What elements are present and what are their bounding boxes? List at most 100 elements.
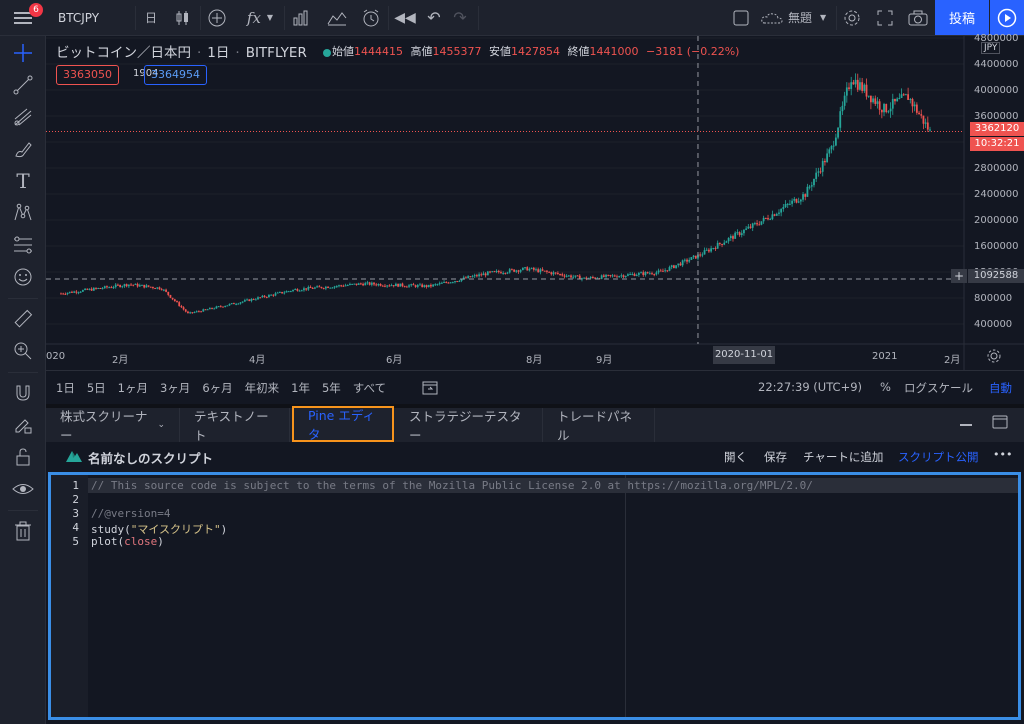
pattern-tool[interactable] <box>0 198 46 228</box>
candle-body <box>388 285 391 287</box>
tab-text-notes[interactable]: テキストノート <box>180 408 290 443</box>
measure-tool[interactable] <box>0 304 46 334</box>
candle-body <box>86 288 89 290</box>
candle-body <box>532 267 535 270</box>
candle-body <box>810 185 813 187</box>
eye-icon <box>12 484 34 494</box>
open-script-button[interactable]: 開く <box>724 449 747 465</box>
candle-body <box>114 284 117 288</box>
sell-button[interactable]: 3363050 <box>56 65 119 85</box>
range-button[interactable]: 5年 <box>322 380 341 396</box>
stay-drawing-tool[interactable] <box>0 410 46 440</box>
lock-tool[interactable] <box>0 442 46 472</box>
redo-button[interactable]: ↷ <box>446 0 474 35</box>
candle-body <box>828 149 831 154</box>
trend-line-tool[interactable] <box>0 70 46 100</box>
range-button[interactable]: 1年 <box>291 380 310 396</box>
candle-body <box>495 270 498 272</box>
range-button[interactable]: 5日 <box>87 380 106 396</box>
text-tool[interactable]: T <box>0 166 46 196</box>
layout-select-button[interactable] <box>726 0 756 35</box>
candle-body <box>552 272 555 275</box>
undo-icon: ↶ <box>427 8 441 27</box>
candle-body <box>237 303 240 305</box>
publish-script-button[interactable]: スクリプト公開 <box>898 449 979 465</box>
candle-body <box>740 233 743 236</box>
fib-tool[interactable] <box>0 102 46 132</box>
candle-body <box>497 270 500 273</box>
save-script-button[interactable]: 保存 <box>764 449 787 465</box>
candle-body <box>408 285 410 287</box>
candle-body <box>239 302 242 304</box>
maximize-panel-button[interactable] <box>992 415 1008 432</box>
zoom-tool[interactable] <box>0 336 46 366</box>
fullscreen-button[interactable] <box>870 0 900 35</box>
compare-button[interactable] <box>202 0 232 35</box>
brush-tool[interactable] <box>0 134 46 164</box>
auto-scale-toggle[interactable]: 自動 <box>989 380 1012 396</box>
visibility-tool[interactable] <box>0 474 46 504</box>
percent-toggle[interactable]: % <box>880 380 891 394</box>
candle-body <box>311 288 314 290</box>
financials-button[interactable] <box>286 0 316 35</box>
candle-body <box>195 311 198 313</box>
indicators-button[interactable]: fx ▼ <box>238 0 282 35</box>
candle-body <box>226 305 229 307</box>
minimize-panel-button[interactable] <box>960 424 972 426</box>
layout-name-button[interactable]: 無題 ▼ <box>760 0 834 35</box>
icon-tool[interactable] <box>0 262 46 292</box>
settings-button[interactable] <box>838 0 866 35</box>
range-button[interactable]: 1日 <box>56 380 75 396</box>
pencil-lock-icon <box>15 419 32 434</box>
range-button[interactable]: 年初来 <box>245 380 280 396</box>
candle-body <box>898 97 901 99</box>
replay-button[interactable]: ◀◀ <box>390 0 420 35</box>
script-name[interactable]: 名前なしのスクリプト <box>88 448 213 467</box>
candle-body <box>845 87 848 96</box>
range-button[interactable]: すべて <box>353 380 386 396</box>
candle-body <box>84 288 86 291</box>
play-button[interactable] <box>990 0 1024 35</box>
candle-body <box>165 289 167 292</box>
prediction-tool[interactable] <box>0 230 46 260</box>
buy-button[interactable]: 3364954 <box>144 65 207 85</box>
candle-body <box>75 291 78 293</box>
candle-body <box>572 276 575 278</box>
remove-drawings-tool[interactable] <box>0 516 46 546</box>
clock-label[interactable]: 22:27:39 (UTC+9) <box>758 380 862 394</box>
candle-body <box>119 285 122 288</box>
range-button[interactable]: 1ヶ月 <box>118 380 148 396</box>
chevron-down-icon: ▼ <box>266 13 274 22</box>
more-options-button[interactable]: ••• <box>993 448 1012 461</box>
symbol-search-button[interactable]: BTCJPY <box>50 0 134 35</box>
range-button[interactable]: 6ヶ月 <box>202 380 232 396</box>
candle-body <box>537 269 540 273</box>
magnet-tool[interactable] <box>0 378 46 408</box>
crosshair-tool[interactable] <box>0 38 46 68</box>
templates-button[interactable] <box>322 0 352 35</box>
log-scale-toggle[interactable]: ログスケール <box>904 380 973 396</box>
chart-style-button[interactable] <box>168 0 198 35</box>
code-editor[interactable]: 1 2 3 4 5 // This source code is subject… <box>48 472 1021 720</box>
candle-body <box>314 287 316 289</box>
candle-body <box>458 280 461 282</box>
publish-button[interactable]: 投稿 <box>935 0 989 35</box>
candle-body <box>705 249 708 251</box>
add-alert-button[interactable]: + <box>951 269 967 283</box>
tab-trading-panel[interactable]: トレードパネル <box>543 408 655 443</box>
add-to-chart-button[interactable]: チャートに追加 <box>803 449 883 465</box>
chart-pane[interactable]: ビットコイン／日本円 · 1日 · BITFLYER 始値1444415 高値14553… <box>46 33 1024 370</box>
range-button[interactable]: 3ヶ月 <box>160 380 190 396</box>
candle-body <box>296 289 299 291</box>
tab-pine-editor[interactable]: Pine エディタ <box>292 406 394 442</box>
screenshot-button[interactable] <box>904 0 932 35</box>
tab-stock-screener[interactable]: 株式スクリーナー ⌄ <box>46 408 180 443</box>
undo-button[interactable]: ↶ <box>420 0 448 35</box>
alert-button[interactable] <box>356 0 386 35</box>
candle-body <box>160 289 163 291</box>
candle-body <box>670 265 673 268</box>
candle-body <box>451 282 454 284</box>
tab-strategy-tester[interactable]: ストラテジーテスター <box>395 408 543 443</box>
goto-date-button[interactable] <box>422 379 438 398</box>
interval-button[interactable]: 日 <box>136 0 166 35</box>
